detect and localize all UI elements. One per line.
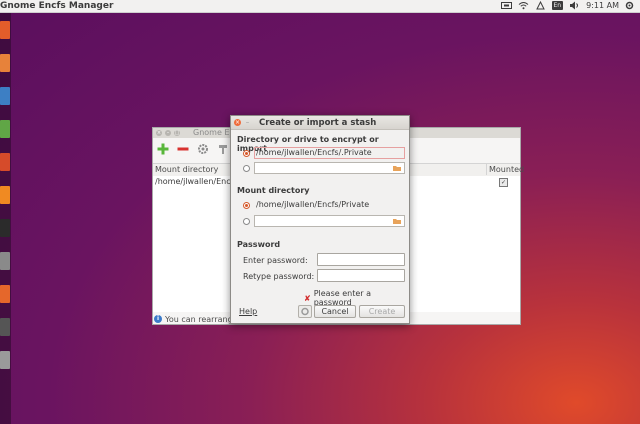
error-x-icon: ✘ xyxy=(304,293,311,303)
system-tray: En 9:11 AM xyxy=(500,1,636,10)
launcher-app-icon[interactable] xyxy=(0,186,10,204)
mount-existing-radio[interactable] xyxy=(243,202,250,209)
info-icon: i xyxy=(154,315,162,323)
remove-stash-button[interactable] xyxy=(177,143,189,155)
stash-path-highlight xyxy=(254,147,405,159)
manager-maximize-button[interactable]: □ xyxy=(174,130,180,136)
status-text: You can rearrange xyxy=(165,314,238,324)
enter-password-label: Enter password: xyxy=(243,256,308,265)
folder-icon xyxy=(393,219,401,224)
gear-icon xyxy=(301,307,309,316)
launcher-app-icon[interactable] xyxy=(0,285,10,303)
column-mounted[interactable]: Mounted xyxy=(486,164,524,175)
create-button[interactable]: Create xyxy=(359,305,405,318)
manager-minimize-button[interactable]: – xyxy=(165,130,171,136)
clock[interactable]: 9:11 AM xyxy=(586,1,619,10)
mount-path-chooser[interactable] xyxy=(254,215,405,227)
minus-icon xyxy=(177,147,189,150)
mount-section-title: Mount directory xyxy=(237,186,310,195)
top-panel: Gnome Encfs Manager En 9:11 AM xyxy=(0,0,640,13)
unity-launcher xyxy=(0,13,11,424)
launcher-app-icon[interactable] xyxy=(0,153,10,171)
settings-button[interactable] xyxy=(197,143,209,155)
launcher-app-icon[interactable] xyxy=(0,120,10,138)
network-icon[interactable] xyxy=(535,1,546,10)
encfs-tray-icon[interactable] xyxy=(500,1,512,10)
stash-existing-radio[interactable] xyxy=(243,150,250,157)
folder-icon xyxy=(393,166,401,171)
top-panel-app-title: Gnome Encfs Manager xyxy=(0,1,114,11)
stash-row-path: /home/jlwallen/Encfs xyxy=(155,177,238,186)
mounted-checkbox[interactable]: ✓ xyxy=(499,178,508,187)
help-link[interactable]: Help xyxy=(239,307,257,316)
dialog-close-button[interactable]: × xyxy=(234,119,241,126)
gear-icon xyxy=(198,143,208,154)
launcher-app-icon[interactable] xyxy=(0,252,10,270)
retype-password-input[interactable] xyxy=(317,269,405,282)
wifi-icon[interactable] xyxy=(518,1,529,10)
launcher-app-icon[interactable] xyxy=(0,318,10,336)
tool-icon xyxy=(219,144,227,154)
column-mount-directory[interactable]: Mount directory xyxy=(155,165,218,174)
launcher-app-icon[interactable] xyxy=(0,219,10,237)
password-section-title: Password xyxy=(237,240,281,249)
stash-custom-radio[interactable] xyxy=(243,165,250,172)
dialog-title: Create or import a stash xyxy=(259,118,377,128)
launcher-app-icon[interactable] xyxy=(0,54,10,72)
create-stash-dialog: × – Create or import a stash Directory o… xyxy=(230,115,410,324)
retype-password-label: Retype password: xyxy=(243,272,315,281)
manager-extra-button[interactable] xyxy=(217,143,229,155)
plus-icon xyxy=(157,143,169,154)
launcher-app-icon[interactable] xyxy=(0,351,10,369)
advanced-settings-button[interactable] xyxy=(298,305,312,318)
dialog-titlebar[interactable]: × – Create or import a stash xyxy=(231,116,409,130)
mount-existing-path: /home/jlwallen/Encfs/Private xyxy=(256,200,370,209)
stash-path-chooser[interactable] xyxy=(254,162,405,174)
dialog-minimize-button[interactable]: – xyxy=(244,119,251,126)
power-gear-icon[interactable] xyxy=(625,1,636,10)
launcher-app-icon[interactable] xyxy=(0,87,10,105)
volume-icon[interactable] xyxy=(569,1,580,10)
enter-password-input[interactable] xyxy=(317,253,405,266)
keyboard-layout-indicator[interactable]: En xyxy=(551,1,564,10)
add-stash-button[interactable] xyxy=(157,143,169,155)
cancel-button[interactable]: Cancel xyxy=(314,305,356,318)
launcher-app-icon[interactable] xyxy=(0,21,10,39)
mount-custom-radio[interactable] xyxy=(243,218,250,225)
manager-close-button[interactable]: × xyxy=(156,130,162,136)
manager-statusbar: i You can rearrange xyxy=(153,314,238,324)
